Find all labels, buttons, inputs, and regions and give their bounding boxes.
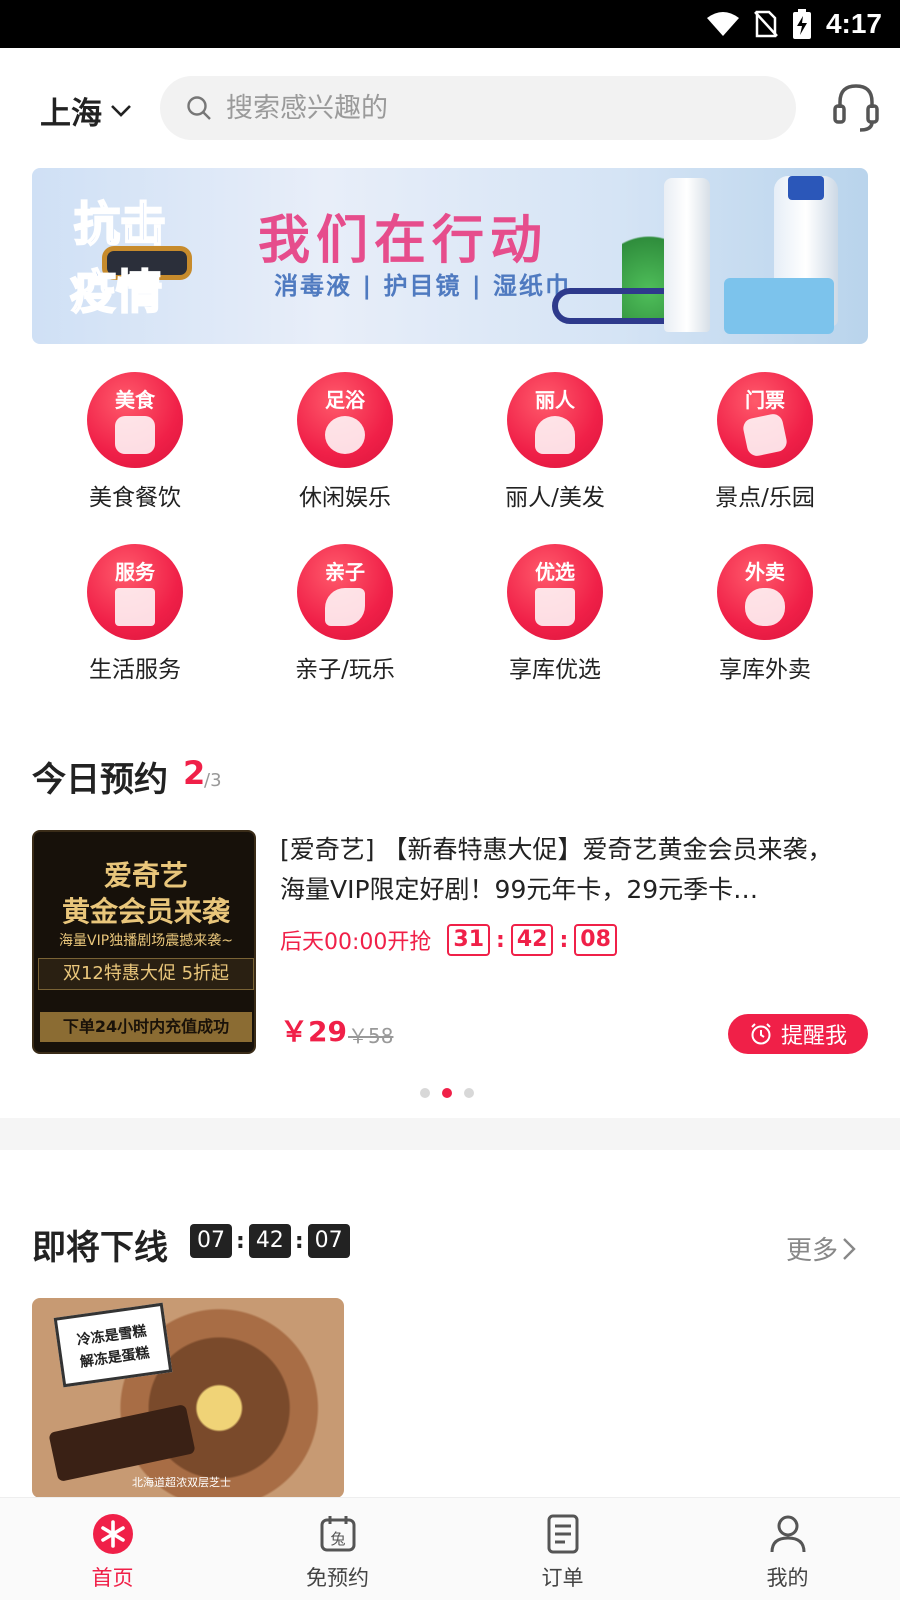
svg-text:兔: 兔	[330, 1530, 345, 1548]
banner-left-art: 抗击 疫情	[62, 188, 232, 328]
category-item[interactable]: 服务 生活服务	[30, 544, 240, 684]
product-caption: 北海道超浓双层芝士	[132, 1476, 231, 1489]
today-total-count: /3	[204, 770, 222, 791]
remind-me-label: 提醒我	[780, 1024, 847, 1049]
calendar-free-icon: 兔	[320, 1516, 355, 1552]
category-item[interactable]: 外卖 享库外卖	[660, 544, 870, 684]
category-item[interactable]: 足浴 休闲娱乐	[240, 372, 450, 512]
delivery-scooter-icon: 外卖	[717, 544, 813, 640]
deal-start-text: 后天00:00开抢	[280, 930, 432, 955]
city-selector[interactable]: 上海	[40, 88, 132, 133]
deal-image: 爱奇艺 黄金会员来袭 海量VIP独播剧场震撼来袭~ 双12特惠大促 5折起 下单…	[32, 830, 256, 1054]
footbath-icon: 足浴	[297, 372, 393, 468]
countdown-minutes: 42	[248, 1224, 291, 1258]
category-item[interactable]: 门票 景点/乐园	[660, 372, 870, 512]
category-label: 景点/乐园	[715, 485, 815, 511]
carousel-dot[interactable]	[464, 1088, 474, 1098]
status-icons: 4:17	[706, 8, 882, 40]
remind-me-button[interactable]: 提醒我	[728, 1014, 868, 1054]
category-label: 亲子/玩乐	[295, 657, 395, 683]
wifi-icon	[706, 12, 739, 36]
nav-label: 订单	[541, 1566, 584, 1590]
category-label: 享库外卖	[719, 657, 811, 683]
chevron-down-icon	[111, 104, 131, 117]
deal-countdown: 后天00:00开抢 31 : 42 : 08	[280, 924, 617, 956]
deal-image-line: 黄金会员来袭	[61, 895, 230, 928]
section-divider	[0, 1118, 900, 1150]
wipes-pack-illustration	[724, 278, 834, 334]
category-label: 享库优选	[509, 657, 601, 683]
deal-original-price: ￥58	[348, 1024, 394, 1048]
product-tag: 冷冻是雪糕 解冻是蛋糕	[53, 1302, 173, 1388]
nav-item-me[interactable]: 我的	[675, 1498, 900, 1600]
deal-image-line: 下单24小时内充值成功	[40, 1012, 252, 1042]
home-icon	[92, 1514, 133, 1554]
alarm-clock-icon	[751, 1023, 771, 1045]
today-section-title: 今日预约	[32, 760, 168, 800]
offline-product-image[interactable]: 冷冻是雪糕 解冻是蛋糕 北海道超浓双层芝士	[32, 1298, 344, 1498]
carousel-dot[interactable]	[420, 1088, 430, 1098]
more-link[interactable]: 更多	[786, 1230, 856, 1267]
category-item[interactable]: 亲子 亲子/玩乐	[240, 544, 450, 684]
search-icon	[187, 96, 211, 120]
offline-countdown: 07 : 42 : 07	[190, 1224, 350, 1258]
today-current-count: 2	[183, 754, 206, 792]
category-grid: 美食 美食餐饮 足浴 休闲娱乐 丽人 丽人/美发 门票 景点/乐园 服务 生活服…	[30, 372, 870, 684]
category-label: 美食餐饮	[89, 485, 181, 511]
countdown-hours: 31	[447, 924, 491, 956]
beauty-icon: 丽人	[507, 372, 603, 468]
spray-bottle-illustration	[664, 178, 710, 332]
search-bar[interactable]	[160, 76, 796, 140]
deal-image-line: 爱奇艺	[103, 859, 188, 892]
category-label: 生活服务	[89, 657, 181, 683]
carousel-dot-active[interactable]	[442, 1088, 452, 1098]
shopping-bag-icon: 优选	[507, 544, 603, 640]
order-list-icon	[547, 1514, 578, 1554]
customer-service-icon[interactable]	[832, 82, 880, 134]
countdown-minutes: 42	[510, 924, 554, 956]
status-time: 4:17	[825, 8, 882, 39]
chevron-right-icon	[843, 1237, 856, 1260]
search-input[interactable]	[226, 92, 766, 124]
shop-icon: 服务	[87, 544, 183, 640]
countdown-hours: 07	[190, 1224, 232, 1258]
promo-banner[interactable]: 抗击 疫情 我们在行动 消毒液 | 护目镜 | 湿纸巾	[32, 168, 868, 344]
more-label: 更多	[786, 1236, 839, 1266]
ticket-icon: 门票	[717, 372, 813, 468]
food-icon: 美食	[87, 372, 183, 468]
category-item[interactable]: 优选 享库优选	[450, 544, 660, 684]
deal-price: ￥29	[280, 1015, 347, 1048]
banner-left-line2: 疫情	[69, 264, 163, 320]
deal-card[interactable]: 爱奇艺 黄金会员来袭 海量VIP独播剧场震撼来袭~ 双12特惠大促 5折起 下单…	[32, 830, 868, 1054]
category-label: 丽人/美发	[505, 485, 605, 511]
offline-section-title: 即将下线	[32, 1228, 168, 1268]
bottom-nav: 首页 兔 免预约 订单 我的	[0, 1497, 900, 1600]
no-sim-icon	[754, 10, 778, 38]
nav-label: 首页	[91, 1566, 134, 1590]
deal-image-line: 海量VIP独播剧场震撼来袭~	[59, 933, 233, 949]
category-label: 休闲娱乐	[299, 485, 391, 511]
city-label: 上海	[40, 96, 102, 132]
nav-item-free-booking[interactable]: 兔 免预约	[225, 1498, 450, 1600]
header: 上海	[0, 48, 900, 166]
category-item[interactable]: 美食 美食餐饮	[30, 372, 240, 512]
nav-item-home[interactable]: 首页	[0, 1498, 225, 1600]
status-bar: 4:17	[0, 0, 900, 48]
category-item[interactable]: 丽人 丽人/美发	[450, 372, 660, 512]
battery-charging-icon	[792, 9, 811, 39]
nav-label: 免预约	[306, 1566, 369, 1590]
banner-left-line1: 抗击	[73, 196, 167, 252]
deal-image-line: 双12特惠大促 5折起	[38, 958, 254, 990]
nav-label: 我的	[766, 1566, 809, 1590]
deal-title: [爱奇艺] 【新春特惠大促】爱奇艺黄金会员来袭，海量VIP限定好剧！99元年卡，…	[280, 835, 833, 904]
countdown-seconds: 08	[574, 924, 617, 956]
user-icon	[770, 1515, 805, 1553]
banner-title: 我们在行动	[258, 211, 549, 271]
rocking-horse-icon: 亲子	[297, 544, 393, 640]
chocolate-illustration	[48, 1403, 196, 1483]
nav-item-orders[interactable]: 订单	[450, 1498, 675, 1600]
banner-subtitle: 消毒液 | 护目镜 | 湿纸巾	[274, 272, 571, 300]
carousel-dots	[420, 1088, 474, 1098]
countdown-seconds: 07	[307, 1224, 350, 1258]
